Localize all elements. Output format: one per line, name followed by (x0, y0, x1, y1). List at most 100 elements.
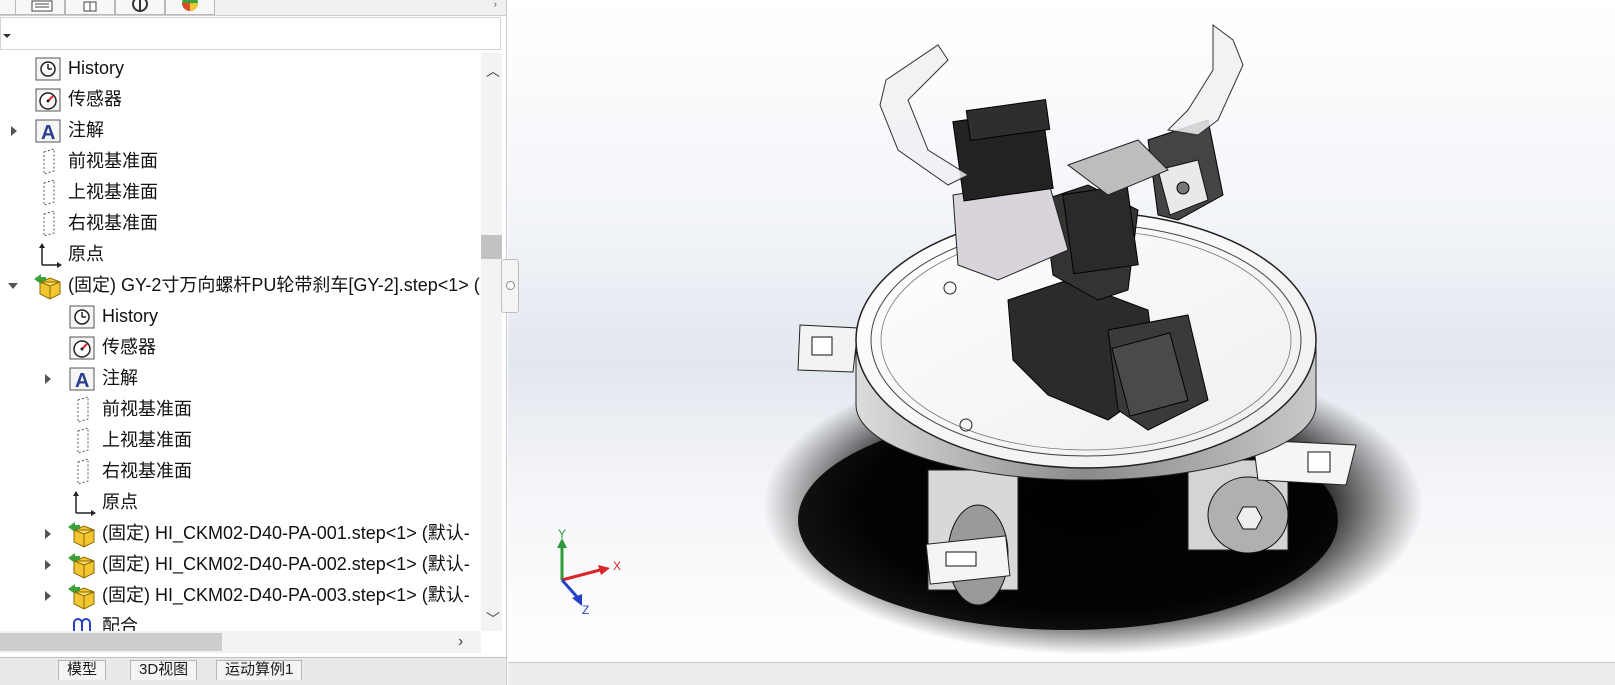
tree-horizontal-scrollbar[interactable]: › (0, 631, 481, 653)
expand-arrow-icon[interactable] (45, 529, 51, 539)
reference-plane-icon (68, 396, 96, 424)
svg-text:A: A (75, 370, 89, 392)
tree-item[interactable]: (固定) GY-2寸万向螺杆PU轮带刹车[GY-2].step<1> ( (0, 270, 481, 301)
graphics-area[interactable]: Y X Z (508, 0, 1615, 662)
tree-item-label: 右视基准面 (102, 461, 192, 481)
tree-item[interactable]: 右视基准面 (0, 456, 481, 487)
history-clock-icon (68, 303, 96, 331)
tree-item[interactable]: History (0, 53, 481, 84)
tree-item[interactable]: (固定) HI_CKM02-D40-PA-002.step<1> (默认- (0, 549, 481, 580)
tree-item-label: (固定) HI_CKM02-D40-PA-001.step<1> (默认- (102, 523, 470, 543)
tree-item[interactable]: 上视基准面 (0, 177, 481, 208)
tab-model[interactable]: 模型 (58, 660, 107, 680)
history-clock-icon (34, 55, 62, 83)
tree-item-label: 上视基准面 (102, 430, 192, 450)
coordinate-triad[interactable]: Y X Z (548, 528, 628, 620)
feature-filter-bar[interactable] (0, 17, 501, 50)
crosshair-icon (132, 0, 148, 12)
origin-axes-icon (68, 489, 96, 517)
tree-item[interactable]: (固定) HI_CKM02-D40-PA-003.step<1> (默认- (0, 580, 481, 611)
tree-item[interactable]: A 注解 (0, 363, 481, 394)
tree-item[interactable]: 右视基准面 (0, 208, 481, 239)
tree-item-label: (固定) HI_CKM02-D40-PA-002.step<1> (默认- (102, 554, 470, 574)
hscrollbar-thumb[interactable] (0, 633, 222, 651)
tree-item[interactable]: 上视基准面 (0, 425, 481, 456)
tree-item-label: 配合 (102, 616, 138, 631)
sensor-gauge-icon (34, 86, 62, 114)
x-axis-arrow-icon (598, 565, 610, 575)
bottom-tab-bar: 模型 3D视图 运动算例1 (0, 657, 506, 685)
fixed-part-icon (68, 551, 96, 579)
tree-item[interactable]: A 注解 (0, 115, 481, 146)
tree-item[interactable]: 原点 (0, 487, 481, 518)
tab-overflow-chevron-icon[interactable]: › (494, 0, 497, 10)
assembly-part-icon (34, 272, 62, 300)
dimxpert-tab[interactable] (115, 0, 165, 15)
tree-item[interactable]: 前视基准面 (0, 146, 481, 177)
tree-item-label: 传感器 (102, 337, 156, 357)
filter-dropdown-arrow-icon[interactable] (3, 34, 11, 38)
caster-wheel-left (797, 324, 859, 373)
configuration-icon (83, 1, 97, 12)
z-axis-label: Z (582, 603, 589, 617)
configuration-manager-tab[interactable] (65, 0, 115, 15)
tab-motion-study[interactable]: 运动算例1 (216, 660, 303, 680)
x-axis-label: X (613, 559, 621, 573)
reference-plane-icon (68, 427, 96, 455)
tree-vertical-scrollbar[interactable]: ︿ ﹀ (481, 53, 502, 631)
tree-item-label: 原点 (68, 244, 104, 264)
collapse-dot-icon (506, 281, 515, 290)
feature-tree: History 传感器 A 注解 前视基准面 上视基准面 右视基准面 原点 (固定) GY-2寸… (0, 53, 481, 631)
manager-tab-strip: › (0, 0, 506, 16)
graphics-status-strip (508, 662, 1615, 685)
property-list-icon (31, 0, 53, 12)
annotation-a-icon: A (34, 117, 62, 145)
svg-text:A: A (41, 122, 55, 144)
caster-wheel-front (925, 469, 1019, 606)
y-axis-label: Y (558, 528, 566, 541)
tree-item-label: 前视基准面 (102, 399, 192, 419)
x-axis-line (561, 568, 601, 582)
feature-manager-tab[interactable] (0, 0, 16, 15)
panel-collapse-handle[interactable] (501, 259, 519, 313)
tree-item-label: (固定) HI_CKM02-D40-PA-003.step<1> (默认- (102, 585, 470, 605)
fixed-part-icon (68, 582, 96, 610)
tree-item-label: History (102, 306, 159, 326)
display-manager-tab[interactable] (165, 0, 215, 15)
tree-item[interactable]: 传感器 (0, 332, 481, 363)
scrollbar-thumb[interactable] (481, 235, 502, 259)
collapse-arrow-icon[interactable] (8, 283, 18, 289)
expand-arrow-icon[interactable] (45, 591, 51, 601)
reference-plane-icon (34, 210, 62, 238)
tree-item[interactable]: (固定) HI_CKM02-D40-PA-001.step<1> (默认- (0, 518, 481, 549)
tree-item-label: (固定) GY-2寸万向螺杆PU轮带刹车[GY-2].step<1> ( (68, 275, 480, 295)
reference-plane-icon (68, 458, 96, 486)
tree-item[interactable]: 配合 (0, 611, 481, 631)
fixed-part-icon (68, 520, 96, 548)
tree-item-label: 右视基准面 (68, 213, 158, 233)
tree-item[interactable]: 原点 (0, 239, 481, 270)
tree-item-label: 上视基准面 (68, 182, 158, 202)
tree-item-label: 注解 (68, 120, 104, 140)
scroll-up-chevron-icon[interactable]: ︿ (486, 61, 500, 81)
z-axis-line (560, 579, 580, 599)
property-manager-tab[interactable] (15, 0, 65, 15)
scroll-right-chevron-icon[interactable]: › (458, 633, 463, 651)
tree-item-label: History (68, 58, 125, 78)
tree-item[interactable]: History (0, 301, 481, 332)
tree-item-label: 传感器 (68, 89, 122, 109)
mate-paperclip-icon (68, 613, 96, 631)
expand-arrow-icon[interactable] (45, 374, 51, 384)
tab-3d-view[interactable]: 3D视图 (130, 660, 198, 680)
reference-plane-icon (34, 148, 62, 176)
expand-arrow-icon[interactable] (45, 560, 51, 570)
expand-arrow-icon[interactable] (11, 126, 17, 136)
tree-item[interactable]: 前视基准面 (0, 394, 481, 425)
model-view[interactable] (508, 0, 1615, 662)
feature-manager-panel: › History 传感器 A 注解 前视基准面 上视基准面 右视基准面 原点 (固定) GY-… (0, 0, 507, 685)
tree-item-label: 前视基准面 (68, 151, 158, 171)
tree-item[interactable]: 传感器 (0, 84, 481, 115)
annotation-a-icon: A (68, 365, 96, 393)
color-pie-icon (182, 0, 198, 11)
scroll-down-chevron-icon[interactable]: ﹀ (486, 609, 500, 629)
